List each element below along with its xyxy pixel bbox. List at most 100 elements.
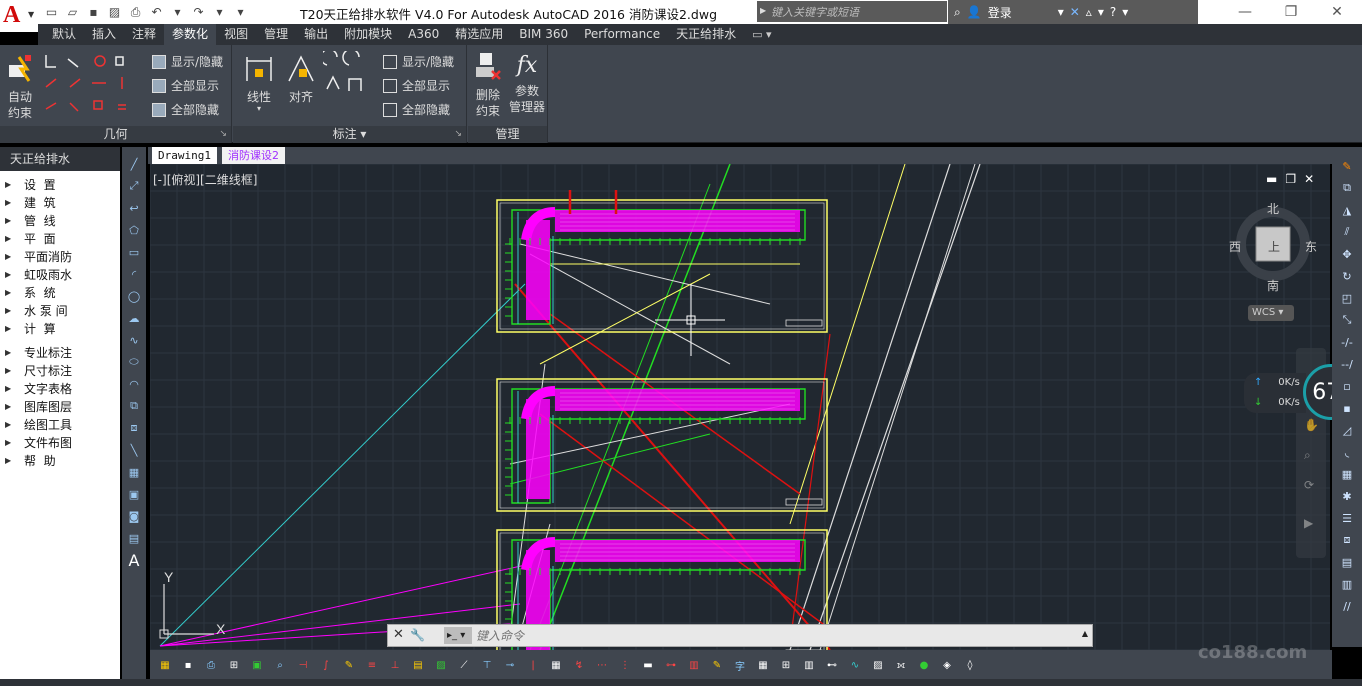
- tool-icon[interactable]: ▦: [547, 656, 565, 674]
- region-icon[interactable]: ◙: [125, 507, 143, 525]
- line-icon[interactable]: ╱: [125, 155, 143, 173]
- palette-item-pro-annotation[interactable]: ▶ 专业标注: [0, 344, 120, 362]
- save-as-icon[interactable]: ▨: [105, 3, 124, 21]
- match-prop-icon[interactable]: ⧈: [1338, 531, 1356, 549]
- move-icon[interactable]: ✥: [1338, 245, 1356, 263]
- help-icon[interactable]: ?: [1110, 5, 1116, 19]
- spline-icon[interactable]: ∿: [125, 331, 143, 349]
- mirror-icon[interactable]: ◮: [1338, 201, 1356, 219]
- tool-icon[interactable]: |: [524, 656, 542, 674]
- ellipse-icon[interactable]: ⬭: [125, 353, 143, 371]
- polygon-icon[interactable]: ⬠: [125, 221, 143, 239]
- tool-icon[interactable]: ⊸: [501, 656, 519, 674]
- tool-icon[interactable]: ⊥: [386, 656, 404, 674]
- zoom-icon[interactable]: ⌕: [1304, 448, 1311, 463]
- tool-icon[interactable]: ≡: [363, 656, 381, 674]
- search-input[interactable]: ▶ 键入关键字或短语: [757, 1, 947, 22]
- rotate-icon[interactable]: ↻: [1338, 267, 1356, 285]
- palette-item-plan[interactable]: ▶ 平 面: [0, 230, 120, 248]
- chevron-down-icon[interactable]: ▾: [1058, 5, 1064, 19]
- insert-block-icon[interactable]: ⧉: [125, 397, 143, 415]
- palette-item-pipeline[interactable]: ▶ 管 线: [0, 212, 120, 230]
- properties-icon[interactable]: ☰: [1338, 509, 1356, 527]
- tool-icon[interactable]: ▨: [869, 656, 887, 674]
- tab-parametric[interactable]: 参数化: [164, 24, 217, 45]
- tab-addins[interactable]: 附加模块: [336, 24, 400, 45]
- arc-icon[interactable]: ◜: [125, 265, 143, 283]
- close-icon[interactable]: ✕: [1304, 172, 1314, 186]
- compass-west[interactable]: 西: [1229, 238, 1241, 255]
- geometry-show-hide-button[interactable]: 显示/隐藏: [152, 53, 223, 70]
- panel-title-dimensional[interactable]: 标注 ▾ ↘: [233, 126, 466, 143]
- drawing-canvas[interactable]: YX: [150, 164, 1330, 650]
- palette-item-settings[interactable]: ▶ 设 置: [0, 176, 120, 194]
- dialog-launcher-icon[interactable]: ↘: [219, 126, 227, 143]
- palette-item-text-table[interactable]: ▶ 文字表格: [0, 380, 120, 398]
- print-icon[interactable]: ⎙: [202, 656, 220, 674]
- geometric-constraint-icons[interactable]: [42, 51, 132, 121]
- mtext-icon[interactable]: A: [125, 551, 143, 570]
- tool-icon[interactable]: ▦: [754, 656, 772, 674]
- chamfer-icon[interactable]: ◿: [1338, 421, 1356, 439]
- pan-icon[interactable]: ✋: [1304, 418, 1319, 432]
- tab-performance[interactable]: Performance: [576, 24, 668, 45]
- tool-icon[interactable]: ⋮: [616, 656, 634, 674]
- tool-icon[interactable]: ∫: [317, 656, 335, 674]
- customize-qat-icon[interactable]: ▾: [231, 3, 250, 21]
- tool-icon[interactable]: ▥: [685, 656, 703, 674]
- wrench-icon[interactable]: 🔧: [410, 628, 425, 642]
- undo-icon[interactable]: ↶: [147, 3, 166, 21]
- circle-icon[interactable]: ◯: [125, 287, 143, 305]
- blocks-icon[interactable]: ▥: [1338, 575, 1356, 593]
- tab-manage[interactable]: 管理: [256, 24, 296, 45]
- exchange-x-icon[interactable]: ✕: [1070, 5, 1080, 19]
- palette-item-system[interactable]: ▶ 系 统: [0, 284, 120, 302]
- revcloud-icon[interactable]: ☁: [125, 309, 143, 327]
- tool-icon[interactable]: ↯: [570, 656, 588, 674]
- chevron-down-icon[interactable]: ▾: [1122, 5, 1128, 19]
- tab-drawing1[interactable]: Drawing1: [152, 147, 217, 164]
- tool-icon[interactable]: ∿: [846, 656, 864, 674]
- trim-icon[interactable]: -/-: [1338, 333, 1356, 351]
- dim-hide-all-button[interactable]: 全部隐藏: [383, 101, 450, 118]
- chevron-down-icon[interactable]: ▾: [168, 3, 187, 21]
- tab-insert[interactable]: 插入: [84, 24, 124, 45]
- triangle-up-icon[interactable]: ▲: [1082, 629, 1088, 638]
- tab-default[interactable]: 默认: [44, 24, 84, 45]
- close-icon[interactable]: ✕: [1314, 0, 1360, 24]
- stretch-icon[interactable]: ⤡: [1338, 311, 1356, 329]
- delete-constraints-button[interactable]: 删除 约束: [470, 51, 506, 119]
- dim-show-hide-button[interactable]: 显示/隐藏: [383, 53, 454, 70]
- tab-a360[interactable]: A360: [400, 24, 447, 45]
- tool-icon[interactable]: ●: [915, 656, 933, 674]
- extend-icon[interactable]: --/: [1338, 355, 1356, 373]
- tool-icon[interactable]: ▬: [639, 656, 657, 674]
- palette-item-building[interactable]: ▶ 建 筑: [0, 194, 120, 212]
- open-file-icon[interactable]: ▱: [63, 3, 82, 21]
- break-icon[interactable]: ▫: [1338, 377, 1356, 395]
- linear-button[interactable]: 线性 ▾: [241, 53, 277, 113]
- tab-view[interactable]: 视图: [216, 24, 256, 45]
- compass-south[interactable]: 南: [1267, 277, 1279, 294]
- tool-icon[interactable]: ▦: [156, 656, 174, 674]
- fillet-icon[interactable]: ◟: [1338, 443, 1356, 461]
- offset-icon[interactable]: ⫽: [1338, 223, 1356, 241]
- construction-line-icon[interactable]: ⤢: [125, 177, 143, 195]
- command-prompt-icon[interactable]: ▸_ ▾: [444, 627, 472, 644]
- new-file-icon[interactable]: ▭: [42, 3, 61, 21]
- erase-icon[interactable]: ✎: [1338, 157, 1356, 175]
- compass-north[interactable]: 北: [1267, 200, 1279, 217]
- save-icon[interactable]: ▪: [84, 3, 103, 21]
- dimension-tools-icons[interactable]: [323, 51, 367, 121]
- palette-item-siphon-rain[interactable]: ▶ 虹吸雨水: [0, 266, 120, 284]
- redo-icon[interactable]: ↷: [189, 3, 208, 21]
- chevron-down-icon[interactable]: ▾: [1098, 5, 1104, 19]
- auto-constrain-button[interactable]: 自动 约束: [2, 53, 38, 121]
- save-icon[interactable]: ▪: [179, 656, 197, 674]
- make-block-icon[interactable]: ⧈: [125, 419, 143, 437]
- palette-item-file-layout[interactable]: ▶ 文件布图: [0, 434, 120, 452]
- geometry-show-all-button[interactable]: 全部显示: [152, 77, 219, 94]
- viewport-controls-label[interactable]: [-][俯视][二维线框]: [153, 171, 257, 188]
- explode-icon[interactable]: ✱: [1338, 487, 1356, 505]
- showmotion-icon[interactable]: ▶: [1304, 516, 1313, 530]
